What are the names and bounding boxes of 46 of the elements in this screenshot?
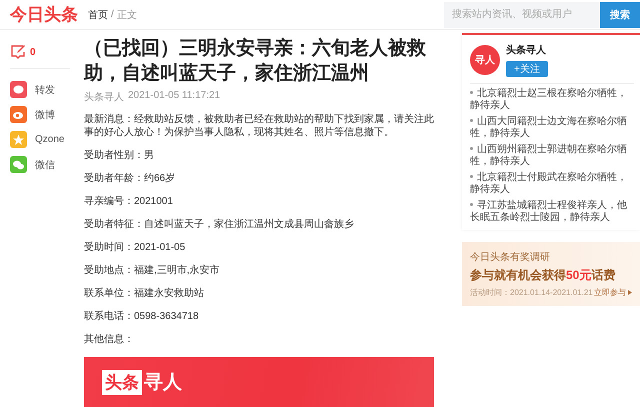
breadcrumb-current: 正文 [116, 8, 137, 22]
breadcrumb-separator: / [111, 9, 114, 20]
eye-icon[interactable] [10, 106, 27, 123]
site-logo[interactable]: 今日头条 [10, 3, 78, 26]
article-paragraph: 联系电话：0598-3634718 [84, 310, 200, 324]
article-title: （已找回）三明永安寻亲：六旬老人被救助，自述叫蓝天子，家住浙江温州 [84, 36, 427, 86]
bullet-icon [470, 118, 473, 122]
article-paragraph: 受助者性别：男 [84, 148, 155, 163]
caret-icon [628, 290, 632, 295]
related-article-link[interactable]: 寻江苏盐城籍烈士程俊祥亲人，他长眠五条岭烈士陵园，静待亲人 [470, 200, 634, 224]
share-label[interactable]: 微博 [35, 108, 55, 122]
search-field[interactable]: 搜索站内资讯、视频或用户 [444, 2, 600, 28]
related-article-link[interactable]: 北京籍烈士付殿武在察哈尔牺牲，静待亲人 [470, 172, 634, 196]
bullet-icon [470, 146, 473, 150]
share-label[interactable]: Qzone [35, 134, 64, 145]
author-avatar[interactable]: 寻人 [470, 45, 500, 75]
breadcrumb-link[interactable]: 首页 [88, 8, 108, 22]
share-label[interactable]: 转发 [35, 82, 55, 96]
promo-period: 活动时间：2021.01.14-2021.01.21 [470, 287, 593, 298]
article-paragraph: 受助者年龄：约66岁 [84, 172, 176, 186]
bullet-icon [470, 174, 473, 178]
author-name[interactable]: 头条寻人 [506, 43, 548, 57]
bullet-icon [470, 90, 473, 94]
article-paragraph: 联系单位：福建永安救助站 [84, 286, 205, 301]
promo-headline: 参与就有机会获得50元话费 [470, 267, 616, 284]
article-paragraph: 最新消息：经救助站反馈，被救助者已经在救助站的帮助下找到家属，请关注此事的好心人放心！为保护当事人隐私，现将其姓名、照片等信息撤下。 [84, 112, 434, 140]
promo-title: 今日头条有奖调研 [470, 250, 551, 264]
survey-promo-card[interactable]: 今日头条有奖调研 参与就有机会获得50元话费 活动时间：2021.01.14-2021.01.21立即参与 [462, 242, 640, 306]
article-time: 2021-01-05 11:17:21 [128, 90, 220, 103]
chat-bubbles-icon[interactable] [10, 156, 27, 173]
article-paragraph: 受助时间：2021-01-05 [84, 240, 186, 255]
related-article-link[interactable]: 山西朔州籍烈士郭进朝在察哈尔牺牲，静待亲人 [470, 144, 634, 168]
article-paragraph: 其他信息： [84, 332, 135, 347]
join-link[interactable]: 立即参与 [594, 287, 632, 298]
share-label[interactable]: 微信 [35, 158, 55, 172]
article-paragraph: 寻亲编号：2021001 [84, 194, 174, 209]
chat-bubble-icon[interactable] [10, 81, 27, 98]
bullet-icon [470, 202, 473, 206]
banner-logo-box: 头条 [102, 370, 142, 394]
related-article-link[interactable]: 北京籍烈士赵三根在察哈尔牺牲，静待亲人 [470, 88, 634, 112]
comment-count: 0 [30, 46, 36, 58]
banner-title: 寻人 [144, 371, 182, 395]
comment-icon[interactable] [10, 44, 26, 60]
article-paragraph: 受助者特征：自述叫蓝天子，家住浙江温州文成县周山畲族乡 [84, 218, 355, 232]
article-paragraph: 受助地点：福建,三明市,永安市 [84, 264, 221, 278]
related-article-link[interactable]: 山西大同籍烈士边文海在察哈尔牺牲，静待亲人 [470, 116, 634, 140]
